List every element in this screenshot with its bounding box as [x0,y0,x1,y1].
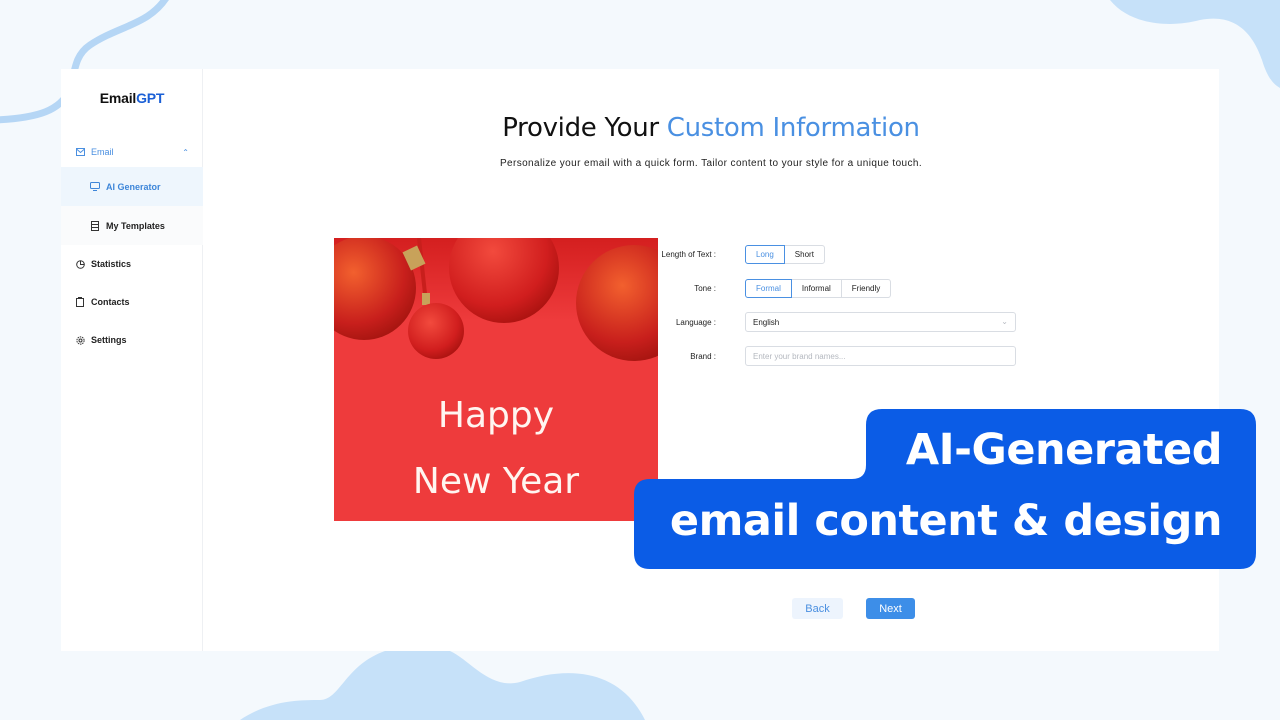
email-submenu: AI Generator My Templates [61,167,203,245]
sidebar-item-label: AI Generator [106,181,161,192]
ornament [408,303,464,359]
sidebar-nav: Email ⌃ AI Generator My Templates Statis… [61,140,203,359]
contacts-icon [75,297,85,307]
monitor-icon [90,182,100,192]
tone-option-formal[interactable]: Formal [745,278,792,298]
pie-chart-icon [75,259,85,269]
length-segmented-control: Long Short [745,244,825,264]
back-button[interactable]: Back [792,598,843,619]
chevron-up-icon[interactable]: ⌃ [182,148,189,157]
sidebar-item-label: Contacts [91,297,130,307]
custom-info-form: Length of Text : Long Short Tone : Forma… [658,237,1016,373]
page-subtitle: Personalize your email with a quick form… [499,158,923,169]
language-select[interactable]: English ⌄ [745,312,1016,332]
language-value: English [753,317,780,327]
length-option-short[interactable]: Short [783,244,825,264]
logo-prefix: Email [99,90,137,106]
main-content: Provide Your Custom Information Personal… [203,69,1219,651]
app-logo: EmailGPT [61,90,203,106]
logo-suffix: GPT [136,90,165,106]
app-window: EmailGPT Email ⌃ AI Generator My Templat… [61,69,1219,651]
tone-label: Tone : [694,283,716,293]
sidebar-item-label: My Templates [106,220,165,231]
sidebar-item-email[interactable]: Email ⌃ [61,140,203,164]
sidebar-item-label: Settings [91,335,127,345]
brand-input[interactable]: Enter your brand names... [745,346,1016,366]
tone-segmented-control: Formal Informal Friendly [745,278,892,298]
promo-headline-line2: email content & design [669,496,1223,546]
sidebar-item-settings[interactable]: Settings [61,321,203,359]
promo-headline-line1: AI-Generated [905,425,1223,475]
document-icon [90,220,100,231]
form-row-brand: Brand : Enter your brand names... [658,339,1016,373]
preview-text-line2: New Year [412,461,580,502]
next-button[interactable]: Next [866,598,915,619]
blob-bottom [240,651,645,720]
sidebar-item-contacts[interactable]: Contacts [61,283,203,321]
form-row-length: Length of Text : Long Short [658,237,1016,271]
sidebar-item-label: Statistics [91,259,132,269]
chevron-down-icon: ⌄ [1001,317,1008,326]
title-accent: Custom Information [666,113,920,143]
email-preview-image: Happy New Year [334,238,658,521]
tone-option-friendly[interactable]: Friendly [840,278,892,298]
mail-icon [75,147,85,157]
form-row-language: Language : English ⌄ [658,305,1016,339]
brand-label: Brand : [690,351,716,361]
tone-option-informal[interactable]: Informal [790,278,842,298]
form-row-tone: Tone : Formal Informal Friendly [658,271,1016,305]
sidebar-item-ai-generator[interactable]: AI Generator [61,167,203,206]
preview-text-line1: Happy [437,395,555,436]
length-option-long[interactable]: Long [745,244,785,264]
sidebar-item-my-templates[interactable]: My Templates [61,206,203,245]
gear-icon [75,335,85,345]
length-label: Length of Text : [661,249,716,259]
page-title: Provide Your Custom Information [203,113,1219,143]
sidebar: EmailGPT Email ⌃ AI Generator My Templat… [61,69,203,651]
title-plain: Provide Your [502,113,659,143]
language-label: Language : [675,317,716,327]
sidebar-item-label: Email [91,147,114,157]
sidebar-item-statistics[interactable]: Statistics [61,245,203,283]
